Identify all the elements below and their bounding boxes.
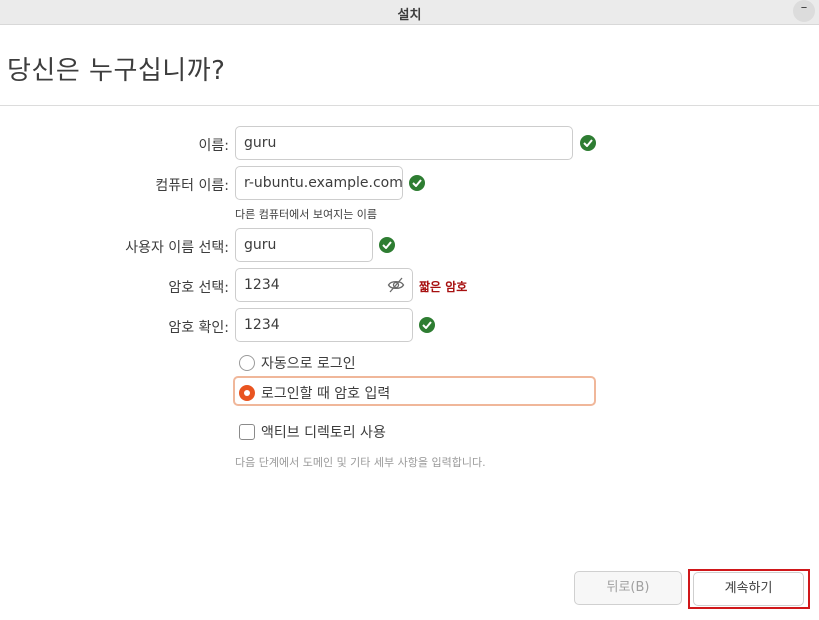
back-button[interactable]: 뒤로(B)	[574, 571, 682, 605]
window-title: 설치	[397, 8, 422, 23]
eye-slash-icon[interactable]	[387, 276, 405, 294]
auto-login-radio[interactable]: 자동으로 로그인	[239, 353, 356, 373]
name-field[interactable]: guru	[235, 126, 573, 160]
computer-name-valid-check-icon	[409, 175, 425, 191]
active-directory-checkbox[interactable]: 액티브 디렉토리 사용	[239, 422, 386, 442]
computer-name-field[interactable]: r-ubuntu.example.com	[235, 166, 403, 200]
minimize-button[interactable]: –	[793, 0, 815, 22]
username-label: 사용자 이름 선택:	[125, 240, 229, 256]
username-valid-check-icon	[379, 237, 395, 253]
continue-button[interactable]: 계속하기	[693, 572, 804, 606]
radio-on-icon	[239, 385, 255, 401]
confirm-valid-check-icon	[419, 317, 435, 333]
name-valid-check-icon	[580, 135, 596, 151]
page-title: 당신은 누구십니까?	[7, 56, 226, 86]
radio-off-icon	[239, 355, 255, 371]
auto-login-label: 자동으로 로그인	[261, 356, 356, 372]
require-password-label: 로그인할 때 암호 입력	[261, 386, 391, 402]
active-directory-label: 액티브 디렉토리 사용	[261, 425, 386, 441]
username-field[interactable]: guru	[235, 228, 373, 262]
checkbox-icon	[239, 424, 255, 440]
title-bar: 설치 –	[0, 0, 819, 25]
header-divider	[0, 105, 819, 106]
password-strength-text: 짧은 암호	[419, 280, 468, 294]
confirm-password-label: 암호 확인:	[168, 320, 229, 336]
domain-note: 다음 단계에서 도메인 및 기타 세부 사항을 입력합니다.	[235, 456, 486, 469]
confirm-password-field[interactable]: 1234	[235, 308, 413, 342]
require-password-radio[interactable]: 로그인할 때 암호 입력	[239, 383, 390, 403]
password-label: 암호 선택:	[168, 280, 229, 296]
computer-name-hint: 다른 컴퓨터에서 보여지는 이름	[235, 208, 378, 221]
computer-name-label: 컴퓨터 이름:	[155, 178, 229, 194]
name-label: 이름:	[198, 138, 229, 154]
